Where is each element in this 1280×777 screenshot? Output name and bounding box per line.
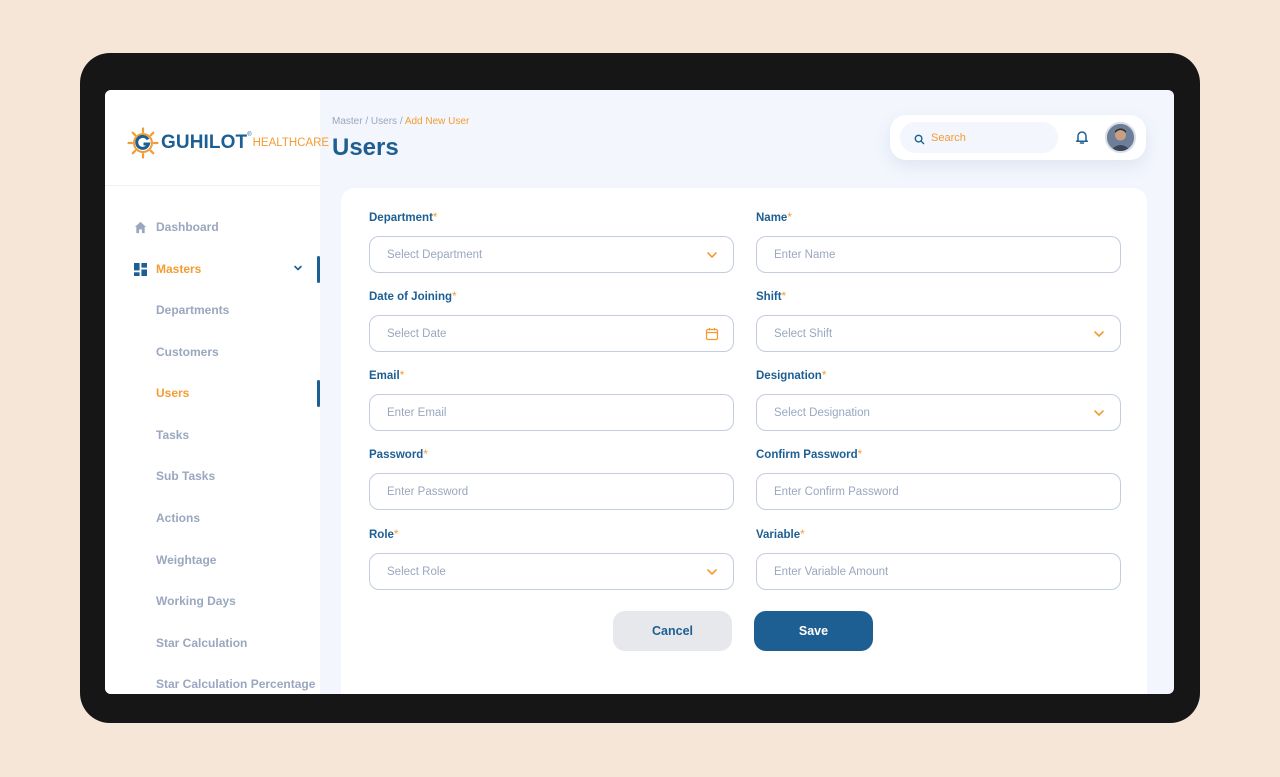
avatar[interactable]: [1105, 122, 1136, 153]
field-label: Role*: [369, 529, 399, 541]
chevron-down-icon: [1092, 327, 1106, 341]
brand-name: GUHILOT: [161, 132, 248, 153]
sidebar-item-label: Users: [156, 386, 190, 400]
calendar-icon[interactable]: [705, 327, 719, 341]
sidebar-item-label: Star Calculation: [156, 636, 248, 650]
field-placeholder: Select Shift: [774, 327, 833, 340]
save-button[interactable]: Save: [754, 611, 873, 651]
logo-mark-icon: [127, 127, 159, 159]
date-of-joining-field: Date of Joining* Select Date: [369, 291, 734, 352]
field-label: Date of Joining*: [369, 291, 457, 303]
field-placeholder: Enter Email: [387, 406, 447, 419]
brand-sub: HEALTHCARE: [252, 137, 330, 149]
sidebar-item-masters[interactable]: Masters: [105, 254, 320, 284]
page-title: Users: [332, 134, 399, 161]
field-label: Designation*: [756, 370, 827, 382]
confirm-password-field: Confirm Password* Enter Confirm Password: [756, 449, 1121, 510]
field-placeholder: Select Department: [387, 248, 483, 261]
field-label: Department*: [369, 212, 438, 224]
field-placeholder: Enter Variable Amount: [774, 565, 889, 578]
field-placeholder: Select Designation: [774, 406, 870, 419]
email-input[interactable]: Enter Email: [369, 394, 734, 431]
breadcrumb-users[interactable]: Users: [371, 116, 397, 127]
confirm-password-input[interactable]: Enter Confirm Password: [756, 473, 1121, 510]
password-input[interactable]: Enter Password: [369, 473, 734, 510]
sidebar-item-working-days[interactable]: Working Days: [105, 586, 320, 616]
sidebar-item-customers[interactable]: Customers: [105, 337, 320, 367]
add-user-form: Department* Select Department Name* Ente…: [341, 188, 1147, 694]
variable-field: Variable* Enter Variable Amount: [756, 529, 1121, 590]
cancel-button[interactable]: Cancel: [613, 611, 732, 651]
role-field: Role* Select Role: [369, 529, 734, 590]
sidebar-item-dashboard[interactable]: Dashboard: [105, 212, 320, 242]
chevron-down-icon[interactable]: [292, 262, 304, 277]
name-input[interactable]: Enter Name: [756, 236, 1121, 273]
search-icon: [914, 132, 925, 145]
date-of-joining-input[interactable]: Select Date: [369, 315, 734, 352]
sidebar: GUHILOT ® HEALTHCARE Dashboard Masters D…: [105, 90, 329, 694]
breadcrumb: Master / Users / Add New User: [332, 116, 469, 127]
search-input[interactable]: Search: [900, 122, 1058, 153]
sidebar-item-tasks[interactable]: Tasks: [105, 420, 320, 450]
field-placeholder: Select Role: [387, 565, 446, 578]
field-label: Email*: [369, 370, 405, 382]
breadcrumb-separator: /: [365, 116, 369, 127]
sidebar-item-weightage[interactable]: Weightage: [105, 545, 320, 575]
sidebar-item-label: Dashboard: [156, 220, 219, 234]
sidebar-item-label: Departments: [156, 303, 230, 317]
shift-field: Shift* Select Shift: [756, 291, 1121, 352]
search-placeholder: Search: [931, 131, 966, 144]
designation-select[interactable]: Select Designation: [756, 394, 1121, 431]
breadcrumb-master[interactable]: Master: [332, 116, 363, 127]
field-placeholder: Enter Name: [774, 248, 836, 261]
chevron-down-icon: [705, 248, 719, 262]
sidebar-item-users[interactable]: Users: [105, 378, 320, 408]
field-placeholder: Enter Password: [387, 485, 469, 498]
field-label: Shift*: [756, 291, 787, 303]
chevron-down-icon: [1092, 406, 1106, 420]
sidebar-item-label: Masters: [156, 262, 202, 276]
topbar: Search: [890, 115, 1146, 160]
breadcrumb-current: Add New User: [404, 116, 470, 127]
active-indicator: [317, 380, 320, 407]
sidebar-item-label: Weightage: [156, 553, 217, 567]
sidebar-divider: [105, 185, 320, 186]
field-label: Name*: [756, 212, 792, 224]
chevron-down-icon: [705, 565, 719, 579]
department-field: Department* Select Department: [369, 212, 734, 273]
field-label: Password*: [369, 449, 428, 461]
sidebar-item-star-calculation-percentage[interactable]: Star Calculation Percentage: [105, 669, 320, 694]
bell-icon[interactable]: [1074, 129, 1090, 145]
sidebar-item-sub-tasks[interactable]: Sub Tasks: [105, 461, 320, 491]
email-field: Email* Enter Email: [369, 370, 734, 431]
sidebar-item-actions[interactable]: Actions: [105, 503, 320, 533]
variable-input[interactable]: Enter Variable Amount: [756, 553, 1121, 590]
app-screen: GUHILOT ® HEALTHCARE Dashboard Masters D…: [105, 90, 1174, 694]
sidebar-item-label: Tasks: [156, 428, 190, 442]
sidebar-item-label: Actions: [156, 511, 201, 525]
brand-registered: ®: [247, 132, 252, 138]
grid-icon: [133, 262, 147, 276]
department-select[interactable]: Select Department: [369, 236, 734, 273]
sidebar-item-label: Working Days: [156, 594, 236, 608]
sidebar-item-departments[interactable]: Departments: [105, 295, 320, 325]
breadcrumb-separator: /: [399, 116, 403, 127]
active-indicator: [317, 256, 320, 283]
field-placeholder: Enter Confirm Password: [774, 485, 899, 498]
role-select[interactable]: Select Role: [369, 553, 734, 590]
sidebar-item-label: Customers: [156, 345, 219, 359]
designation-field: Designation* Select Designation: [756, 370, 1121, 431]
field-placeholder: Select Date: [387, 327, 447, 340]
home-icon: [133, 220, 147, 234]
field-label: Confirm Password*: [756, 449, 863, 461]
field-label: Variable*: [756, 529, 805, 541]
sidebar-item-label: Star Calculation Percentage: [156, 677, 316, 691]
password-field: Password* Enter Password: [369, 449, 734, 510]
brand-logo[interactable]: GUHILOT ® HEALTHCARE: [127, 126, 329, 160]
shift-select[interactable]: Select Shift: [756, 315, 1121, 352]
name-field: Name* Enter Name: [756, 212, 1121, 273]
sidebar-item-label: Sub Tasks: [156, 469, 216, 483]
sidebar-item-star-calculation[interactable]: Star Calculation: [105, 628, 320, 658]
